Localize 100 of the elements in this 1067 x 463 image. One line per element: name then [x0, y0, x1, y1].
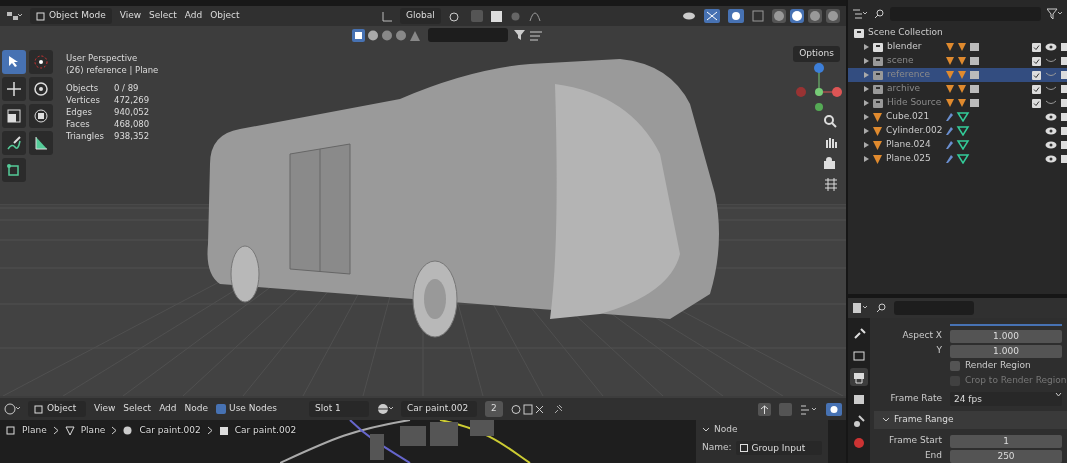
eye-icon[interactable]	[1045, 141, 1057, 149]
material-sphere-icon[interactable]	[376, 403, 393, 415]
expand-arrow-icon[interactable]	[864, 142, 869, 148]
camera-icon[interactable]	[823, 156, 838, 171]
visibility-icon[interactable]	[682, 10, 696, 22]
tool-button[interactable]	[29, 104, 53, 128]
tool-button[interactable]	[29, 131, 53, 155]
tool-button[interactable]	[2, 131, 26, 155]
slot-dropdown[interactable]: Slot 1	[308, 401, 369, 417]
tool-button[interactable]	[29, 77, 53, 101]
zoom-icon[interactable]	[823, 114, 838, 129]
number-field[interactable]: 1.000	[950, 329, 1062, 343]
outliner-row[interactable]: Cube.021	[848, 110, 1067, 124]
hidden-eye-icon[interactable]	[1045, 85, 1057, 93]
overlay-toggle-icon[interactable]	[826, 402, 842, 416]
outliner-row[interactable]: Hide Source	[848, 96, 1067, 110]
xray-icon[interactable]	[752, 10, 764, 22]
editor-type-icon[interactable]	[4, 403, 20, 415]
menu-item[interactable]: Node	[184, 402, 209, 416]
menu-item[interactable]: View	[94, 402, 116, 416]
use-nodes-checkbox[interactable]: Use Nodes	[216, 402, 277, 416]
shading-mode-icon[interactable]	[772, 9, 786, 23]
eye-icon[interactable]	[1045, 113, 1057, 121]
editor-type-icon[interactable]	[852, 302, 868, 314]
menu-item[interactable]: Select	[123, 402, 152, 416]
menu-item[interactable]: Select	[149, 9, 177, 23]
exclude-checkbox[interactable]	[1032, 42, 1041, 52]
hidden-eye-icon[interactable]	[1045, 71, 1057, 79]
expand-arrow-icon[interactable]	[864, 114, 869, 120]
outliner-row[interactable]: Plane.024	[848, 138, 1067, 152]
hidden-eye-icon[interactable]	[1045, 99, 1057, 107]
eye-icon[interactable]	[1045, 127, 1057, 135]
shading-mode-icon[interactable]	[826, 9, 840, 23]
breadcrumb-item[interactable]: Plane	[22, 424, 47, 438]
number-field[interactable]: 1	[950, 434, 1062, 448]
filter-icon[interactable]	[1047, 8, 1063, 20]
grid-icon[interactable]	[823, 177, 838, 192]
menu-item[interactable]: Add	[159, 402, 177, 416]
shading-mode-icon[interactable]	[808, 9, 822, 23]
breadcrumb-item[interactable]: Plane	[80, 424, 106, 438]
outliner-row[interactable]: Cylinder.002	[848, 124, 1067, 138]
display-mode-icon[interactable]	[852, 8, 868, 20]
breadcrumb-item[interactable]: Car paint.002	[139, 424, 201, 438]
tool-button[interactable]	[29, 50, 53, 74]
search-field[interactable]	[428, 28, 508, 42]
exclude-checkbox[interactable]	[1032, 84, 1041, 94]
number-field[interactable]: 250	[950, 449, 1062, 463]
expand-arrow-icon[interactable]	[864, 156, 869, 162]
expand-arrow-icon[interactable]	[864, 86, 869, 92]
frame-rate-dropdown[interactable]: 24 fps	[950, 392, 1062, 406]
expand-arrow-icon[interactable]	[864, 72, 869, 78]
object-dropdown[interactable]: Object	[28, 401, 86, 417]
mesh-data-icon	[944, 140, 970, 150]
breadcrumb-item[interactable]: Car paint.002	[234, 424, 297, 438]
gizmo-toggle-icon[interactable]	[704, 9, 720, 23]
menu-item[interactable]: Object	[210, 9, 240, 23]
outliner-row[interactable]: archive	[848, 82, 1067, 96]
checkbox[interactable]: Render Region	[950, 359, 1031, 373]
hidden-eye-icon[interactable]	[1045, 57, 1057, 65]
tool-button[interactable]	[2, 104, 26, 128]
axis-gizmo-icon[interactable]	[796, 62, 842, 112]
parent-node-tree-icon[interactable]	[758, 402, 771, 416]
material-actions-icon[interactable]	[510, 403, 545, 415]
exclude-checkbox[interactable]	[1032, 98, 1041, 108]
exclude-checkbox[interactable]	[1032, 70, 1041, 80]
menu-item[interactable]: View	[119, 9, 142, 23]
selectable-toggles-icon[interactable]	[352, 28, 422, 42]
tool-button[interactable]	[2, 77, 26, 101]
node-name-field[interactable]: Group Input	[735, 440, 822, 455]
mode-dropdown[interactable]: Object Mode	[30, 8, 112, 24]
editor-type-icon[interactable]	[6, 10, 22, 22]
eye-icon[interactable]	[1045, 155, 1057, 163]
expand-arrow-icon[interactable]	[864, 128, 869, 134]
snap-icon[interactable]	[800, 402, 818, 416]
exclude-checkbox[interactable]	[1032, 56, 1041, 66]
user-count[interactable]: 2	[484, 401, 503, 417]
filter-icon[interactable]	[514, 29, 544, 41]
overlay-toggle-icon[interactable]	[728, 9, 744, 23]
panel-title[interactable]: Node	[714, 423, 738, 437]
properties-tab[interactable]	[850, 368, 868, 386]
outliner-row[interactable]: blender	[848, 40, 1067, 54]
falloff-curve-icon[interactable]	[528, 10, 541, 22]
eye-icon[interactable]	[1045, 43, 1057, 51]
expand-arrow-icon[interactable]	[864, 58, 869, 64]
menu-item[interactable]: Add	[184, 9, 203, 23]
expand-arrow-icon[interactable]	[864, 44, 869, 50]
chevron-down-icon[interactable]	[702, 426, 710, 433]
collection-name[interactable]: Scene Collection	[868, 26, 943, 40]
material-name-field[interactable]: Car paint.002	[400, 401, 477, 417]
orientation-dropdown[interactable]: Global	[399, 8, 441, 24]
tool-button[interactable]	[2, 50, 26, 74]
outliner-row[interactable]: scene	[848, 54, 1067, 68]
shading-mode-icon[interactable]	[790, 9, 804, 23]
number-field[interactable]: 1.000	[950, 344, 1062, 358]
outliner-row[interactable]: Plane.025	[848, 152, 1067, 166]
tool-button[interactable]	[2, 158, 26, 182]
expand-arrow-icon[interactable]	[864, 100, 869, 106]
snap-target-icon[interactable]	[490, 10, 502, 22]
hand-icon[interactable]	[823, 135, 838, 150]
options-dropdown[interactable]: Options	[793, 46, 840, 62]
